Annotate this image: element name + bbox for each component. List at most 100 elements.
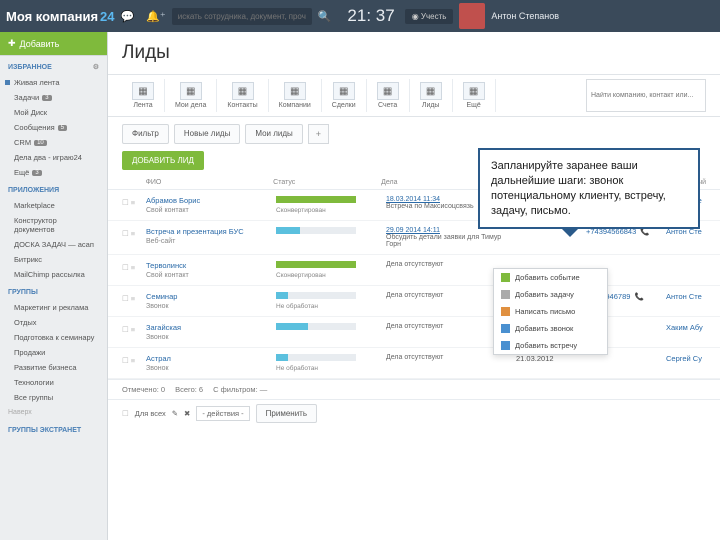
scroll-top-link[interactable]: Наверх <box>0 405 107 420</box>
search-icon[interactable]: 🔍 <box>318 10 332 23</box>
toolbar-item[interactable]: ▦Сделки <box>322 79 367 112</box>
logo: Моя компания <box>6 9 98 24</box>
deal-link[interactable]: 18.03.2014 11:34 <box>386 196 440 203</box>
sidebar-item[interactable]: Битрикс <box>0 252 107 267</box>
status-text: Сконвертирован <box>276 272 326 279</box>
lead-title[interactable]: Семинар <box>146 292 276 301</box>
sidebar-item[interactable]: Развитие бизнеса <box>0 360 107 375</box>
add-filter-button[interactable]: + <box>308 124 329 144</box>
table-row[interactable]: ☐ ≡ТерволинскСвой контактСконвертированД… <box>108 255 720 286</box>
toolbar-item[interactable]: ▦Лиды <box>410 79 453 112</box>
chat-icon[interactable]: 💬 <box>121 10 135 23</box>
lead-title[interactable]: Абрамов Борис <box>146 196 276 205</box>
status-bar <box>276 292 356 299</box>
toolbar-item[interactable]: ▦Контакты <box>217 79 268 112</box>
bell-icon[interactable]: 🔔⁺ <box>146 10 166 23</box>
col-status[interactable]: Статус <box>273 179 381 186</box>
toolbar-item[interactable]: ▦Компании <box>269 79 322 112</box>
lead-title[interactable]: Загайская <box>146 323 276 332</box>
sidebar-item[interactable]: Маркетинг и реклама <box>0 300 107 315</box>
sidebar-item[interactable]: Отдых <box>0 315 107 330</box>
lead-title[interactable]: Терволинск <box>146 261 276 270</box>
row-checkbox[interactable]: ☐ ≡ <box>122 354 146 365</box>
sidebar-item[interactable]: Marketplace <box>0 198 107 213</box>
lead-source: Свой контакт <box>146 207 189 214</box>
sidebar-item[interactable]: Подготовка к семинару <box>0 330 107 345</box>
filter-my-leads[interactable]: Мои лиды <box>245 124 302 144</box>
toolbar-item[interactable]: ▦Счета <box>367 79 410 112</box>
bulk-action-select[interactable]: - действия - <box>196 406 249 421</box>
sidebar-item[interactable]: Конструктор документов <box>0 213 107 237</box>
status-text: Не обработан <box>276 303 318 310</box>
lead-title[interactable]: Астрал <box>146 354 276 363</box>
sidebar-section-apps: ПРИЛОЖЕНИЯ <box>0 180 107 198</box>
apply-button[interactable]: Применить <box>256 404 317 423</box>
filter-button[interactable]: Фильтр <box>122 124 169 144</box>
toolbar-item[interactable]: ▦Ещё <box>453 79 496 112</box>
col-fio[interactable]: ФИО <box>146 179 274 186</box>
menu-item[interactable]: Написать письмо <box>494 303 607 320</box>
sidebar-item[interactable]: Ещё3 <box>0 165 107 180</box>
toolbar-icon: ▦ <box>232 82 254 100</box>
username[interactable]: Антон Степанов <box>491 11 559 21</box>
track-time-button[interactable]: ◉ Учесть <box>405 9 454 24</box>
avatar[interactable] <box>459 3 485 29</box>
sidebar-section-favorites: ИЗБРАННОЕ⚙ <box>0 56 107 75</box>
sidebar-item[interactable]: Дела два - играю24 <box>0 150 107 165</box>
filter-new-leads[interactable]: Новые лиды <box>174 124 240 144</box>
add-button[interactable]: ✚Добавить <box>0 32 107 56</box>
deal-description: Встреча по Максисоцсвязь <box>386 203 474 210</box>
toolbar-item[interactable]: ▦Мои дела <box>165 79 217 112</box>
selected-count: Отмечено: 0 <box>122 385 165 394</box>
lead-responsible[interactable]: Сергей Су <box>666 354 706 363</box>
toolbar-icon: ▦ <box>180 82 202 100</box>
lead-title[interactable]: Встреча и презентация БУС <box>146 227 276 236</box>
row-checkbox[interactable]: ☐ ≡ <box>122 227 146 238</box>
status-bar <box>276 196 356 203</box>
sidebar-item[interactable]: Сообщения5 <box>0 120 107 135</box>
sidebar-item[interactable]: CRM10 <box>0 135 107 150</box>
menu-item[interactable]: Добавить звонок <box>494 320 607 337</box>
lead-responsible[interactable]: Хаким Абу <box>666 323 706 332</box>
plus-icon: ✚ <box>8 38 16 49</box>
sidebar-item[interactable]: Живая лента <box>0 75 107 90</box>
lead-responsible[interactable]: Антон Сте <box>666 292 706 301</box>
sidebar-item[interactable]: Продажи <box>0 345 107 360</box>
menu-item[interactable]: Добавить задачу <box>494 286 607 303</box>
row-checkbox[interactable]: ☐ ≡ <box>122 292 146 303</box>
sidebar-item[interactable]: ДОСКА ЗАДАЧ — асап <box>0 237 107 252</box>
deal-link[interactable]: 29.09 2014 14:11 <box>386 227 440 234</box>
toolbar-icon: ▦ <box>333 82 355 100</box>
table-row[interactable]: ☐ ≡АстралЗвонокНе обработанДела отсутств… <box>108 348 720 379</box>
menu-item[interactable]: Добавить встречу <box>494 337 607 354</box>
toolbar-item[interactable]: ▦Лента <box>122 79 165 112</box>
sidebar-item[interactable]: Задачи3 <box>0 90 107 105</box>
toolbar-icon: ▦ <box>132 82 154 100</box>
phone-icon[interactable]: 📞 <box>635 292 644 301</box>
toolbar-icon: ▦ <box>284 82 306 100</box>
menu-icon <box>501 324 510 333</box>
sidebar-item[interactable]: Все группы <box>0 390 107 405</box>
clock: 21: 37 <box>347 6 394 26</box>
menu-icon <box>501 341 510 350</box>
table-row[interactable]: ☐ ≡ЗагайскаяЗвонокДела отсутствуют21.02.… <box>108 317 720 348</box>
toolbar-icon: ▦ <box>377 82 399 100</box>
add-lead-button[interactable]: ДОБАВИТЬ ЛИД <box>122 151 204 170</box>
sidebar-item[interactable]: Мой Диск <box>0 105 107 120</box>
lead-source: Звонок <box>146 303 169 310</box>
menu-item[interactable]: Добавить событие <box>494 269 607 286</box>
gear-icon[interactable]: ⚙ <box>93 63 99 71</box>
global-search-input[interactable] <box>172 8 312 25</box>
row-checkbox[interactable]: ☐ ≡ <box>122 196 146 207</box>
page-title: Лиды <box>108 32 720 74</box>
sidebar-item[interactable]: MailChimp рассылка <box>0 267 107 282</box>
row-checkbox[interactable]: ☐ ≡ <box>122 261 146 272</box>
sidebar-item[interactable]: Технологии <box>0 375 107 390</box>
select-all-checkbox[interactable]: ☐ <box>122 409 129 418</box>
total-count: Всего: 6 <box>175 385 203 394</box>
row-checkbox[interactable]: ☐ ≡ <box>122 323 146 334</box>
edit-icon[interactable]: ✎ <box>172 409 178 418</box>
delete-icon[interactable]: ✖ <box>184 409 190 418</box>
table-row[interactable]: ☐ ≡СеминарЗвонокНе обработанДела отсутст… <box>108 286 720 317</box>
crm-search-input[interactable] <box>586 79 706 112</box>
